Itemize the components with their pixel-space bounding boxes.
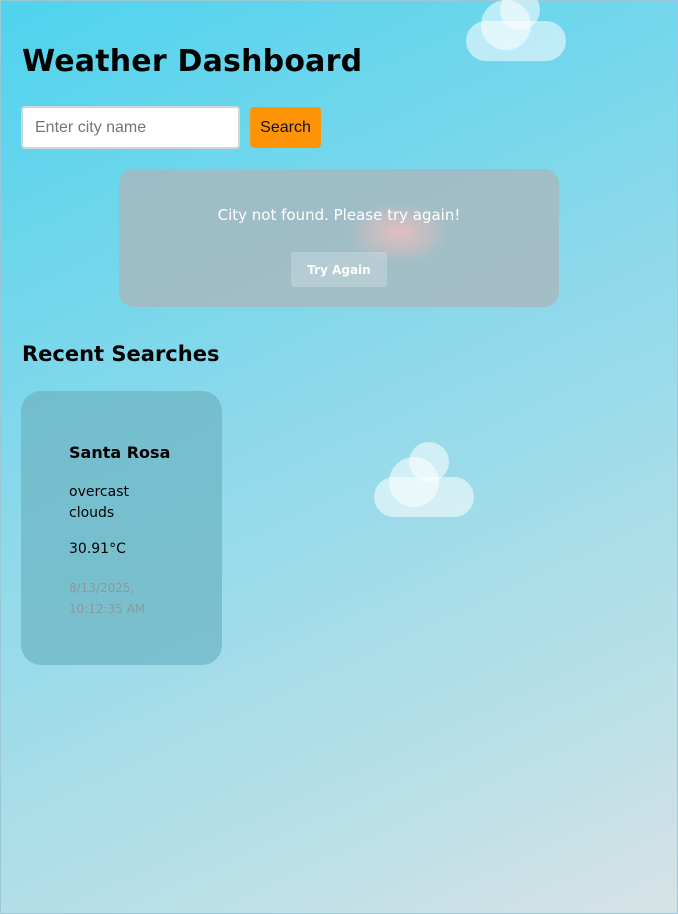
- search-button[interactable]: Search: [250, 107, 321, 148]
- error-message: City not found. Please try again!: [217, 206, 461, 224]
- try-again-button[interactable]: Try Again: [291, 252, 387, 287]
- error-card: City not found. Please try again! Try Ag…: [119, 169, 559, 307]
- city-search-input[interactable]: [21, 106, 240, 149]
- cloud-icon: [466, 0, 566, 62]
- cloud-icon: [374, 442, 474, 518]
- weather-condition: overcast clouds: [69, 484, 129, 521]
- recent-search-card[interactable]: Santa Rosa overcast clouds 30.91°C 8/13/…: [21, 391, 222, 665]
- search-timestamp: 8/13/2025, 10:12:35 AM: [69, 581, 146, 616]
- city-name: Santa Rosa: [69, 443, 171, 462]
- page-title: Weather Dashboard: [22, 44, 363, 79]
- temperature: 30.91°C: [69, 541, 126, 557]
- recent-searches-heading: Recent Searches: [22, 342, 220, 366]
